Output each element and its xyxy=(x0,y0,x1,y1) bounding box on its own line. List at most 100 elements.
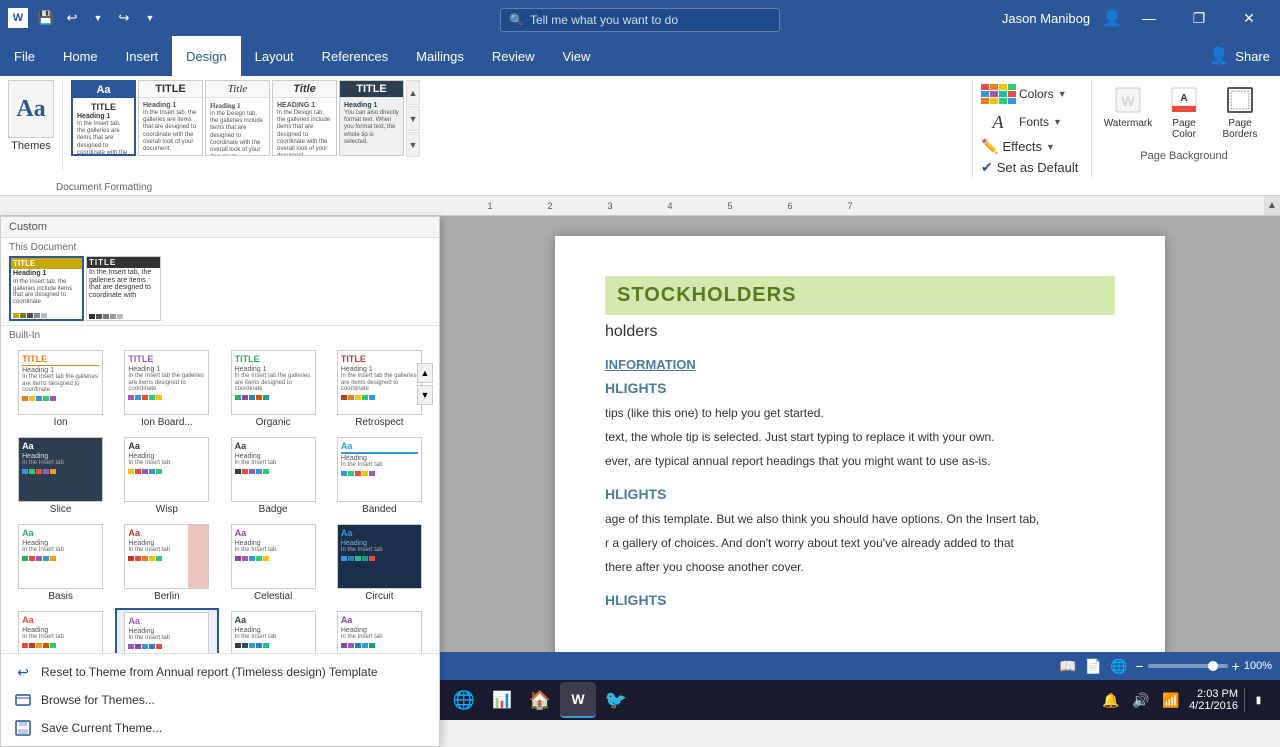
zoom-slider[interactable] xyxy=(1148,664,1228,668)
menu-review[interactable]: Review xyxy=(478,36,549,76)
watermark-button[interactable]: W Watermark xyxy=(1104,80,1152,142)
notification-icon[interactable]: 🔔 xyxy=(1099,688,1123,712)
themes-grid: TITLE Heading 1 In the Insert tab the ga… xyxy=(5,343,435,653)
doc-format-label: Document Formatting xyxy=(56,182,152,193)
colors-button[interactable]: Colors ▼ xyxy=(981,80,1083,108)
theme-ionboard[interactable]: TITLE Heading 1 In the Insert tab the ga… xyxy=(115,347,218,431)
redo-button[interactable]: ↪ xyxy=(112,6,136,30)
format-style-3[interactable]: Title Heading 1 In the Design tab, the g… xyxy=(205,80,270,156)
zoom-control: − + 100% xyxy=(1135,658,1272,674)
format-expand[interactable]: ▼ xyxy=(406,132,420,157)
menu-references[interactable]: References xyxy=(308,36,402,76)
dropdown-footer: ↩ Reset to Theme from Annual report (Tim… xyxy=(1,653,439,746)
format-style-title[interactable]: Aa TITLE Heading 1 In the Insert tab, th… xyxy=(71,80,136,156)
theme-basis-label: Basis xyxy=(48,591,72,602)
view-web-button[interactable]: 🌐 xyxy=(1110,658,1127,675)
fonts-button[interactable]: A Fonts ▼ xyxy=(981,108,1083,136)
undo-button[interactable]: ↩ xyxy=(60,6,84,30)
theme-banded[interactable]: Aa Heading In the Insert tab Banded xyxy=(328,434,431,518)
theme-item-annual[interactable]: TITLE Heading 1 In the Insert tab, the g… xyxy=(9,256,84,321)
theme-slice[interactable]: Aa Heading In the Insert tab Slice xyxy=(9,434,112,518)
doc-format-section-label: Document Formatting xyxy=(4,182,152,193)
theme-dividend[interactable]: Aa Heading In the Insert tab Dividend xyxy=(328,608,431,653)
restore-button[interactable]: ❐ xyxy=(1176,0,1222,36)
format-style-2[interactable]: TITLE Heading 1 In the Insert tab, the g… xyxy=(138,80,203,156)
menu-view[interactable]: View xyxy=(548,36,604,76)
style2-title: TITLE xyxy=(139,81,202,98)
format-scroll-up[interactable]: ▲ xyxy=(406,80,420,105)
theme-item-title[interactable]: TITLE In the Insert tab, the galleries a… xyxy=(86,256,161,321)
save-button[interactable]: 💾 xyxy=(34,6,58,30)
format-scroll-down[interactable]: ▼ xyxy=(406,106,420,131)
grid-scroll-up[interactable]: ▲ xyxy=(417,363,433,383)
style2-heading: Heading 1 xyxy=(143,102,198,109)
menu-home[interactable]: Home xyxy=(49,36,112,76)
bird-button[interactable]: 🐦 xyxy=(598,682,634,718)
ruler-mark-3: 3 xyxy=(580,201,640,211)
share-label[interactable]: Share xyxy=(1235,49,1270,64)
theme-ion[interactable]: TITLE Heading 1 In the Insert tab the ga… xyxy=(9,347,112,431)
browse-icon xyxy=(13,690,33,710)
save-theme-icon xyxy=(13,718,33,738)
share-icon[interactable]: 👤 xyxy=(1209,46,1229,66)
unknown-button1[interactable]: 📊 xyxy=(484,682,520,718)
search-placeholder: Tell me what you want to do xyxy=(530,13,678,27)
undo-dropdown[interactable]: ▼ xyxy=(86,6,110,30)
theme-damask[interactable]: Aa Heading In the Insert tab Damask xyxy=(115,608,218,653)
theme-celestial-label: Celestial xyxy=(254,591,292,602)
fonts-icon: A xyxy=(981,112,1015,132)
effects-button[interactable]: ✏️ Effects ▼ xyxy=(981,136,1083,157)
format-style-4[interactable]: Title HEADING 1 In the Design tab, the g… xyxy=(272,80,337,156)
style-title-text: TITLE xyxy=(77,102,130,112)
doc-section1-text: INFORMATION xyxy=(605,357,696,372)
set-as-default-button[interactable]: ✔ Set as Default xyxy=(981,157,1083,178)
menu-insert[interactable]: Insert xyxy=(112,36,173,76)
page-borders-button[interactable]: Page Borders xyxy=(1216,80,1264,142)
theme-retrospect[interactable]: TITLE Heading 1 In the Insert tab the ga… xyxy=(328,347,431,431)
menu-layout[interactable]: Layout xyxy=(241,36,308,76)
ruler-collapse-button[interactable]: ▲ xyxy=(1264,196,1280,216)
dropdown-header-custom: Custom xyxy=(1,217,439,238)
search-bar[interactable]: 🔍 Tell me what you want to do xyxy=(500,8,780,32)
minimize-button[interactable]: — xyxy=(1126,0,1172,36)
theme-crop[interactable]: Aa Heading In the Insert tab Crop xyxy=(9,608,112,653)
view-print-button[interactable]: 📄 xyxy=(1085,658,1102,675)
main-area: Custom This Document TITLE Heading 1 In … xyxy=(0,216,1280,700)
menu-mailings[interactable]: Mailings xyxy=(402,36,478,76)
zoom-plus-button[interactable]: + xyxy=(1232,658,1240,674)
doc-highlights1: HLIGHTS xyxy=(605,380,1115,396)
chrome-button[interactable]: 🌐 xyxy=(446,682,482,718)
theme-berlin[interactable]: Aa Heading In the Insert tab Berlin xyxy=(115,521,218,605)
zoom-minus-button[interactable]: − xyxy=(1135,658,1143,674)
grid-scroll-down[interactable]: ▼ xyxy=(417,385,433,405)
ribbon: Aa Themes Aa TITLE Heading 1 In the Inse… xyxy=(0,76,1280,196)
theme-badge[interactable]: Aa Heading In the Insert tab Badge xyxy=(222,434,325,518)
save-theme-label: Save Current Theme... xyxy=(41,721,162,735)
theme-celestial[interactable]: Aa Heading In the Insert tab Celestial xyxy=(222,521,325,605)
theme-circuit[interactable]: Aa Heading In the Insert tab Circuit xyxy=(328,521,431,605)
customize-button[interactable]: ▼ xyxy=(138,6,162,30)
themes-button[interactable]: Aa xyxy=(8,80,54,138)
reset-label: Reset to Theme from Annual report (Timel… xyxy=(41,665,378,679)
page-color-button[interactable]: A Page Color xyxy=(1160,80,1208,142)
theme-depth[interactable]: Aa Heading In the Insert tab Depth xyxy=(222,608,325,653)
speaker-icon[interactable]: 🔊 xyxy=(1129,688,1153,712)
checkmark-icon: ✔ xyxy=(981,159,993,176)
format-style-5[interactable]: TITLE Heading 1 You can also directly fo… xyxy=(339,80,404,156)
view-read-button[interactable]: 📖 xyxy=(1059,658,1076,675)
save-theme-button[interactable]: Save Current Theme... xyxy=(9,714,431,742)
close-button[interactable]: ✕ xyxy=(1226,0,1272,36)
theme-organic[interactable]: TITLE Heading 1 In the Insert tab the ga… xyxy=(222,347,325,431)
theme-wisp[interactable]: Aa Heading In the Insert tab Wisp xyxy=(115,434,218,518)
browse-themes-button[interactable]: Browse for Themes... xyxy=(9,686,431,714)
style5-title: TITLE xyxy=(340,81,403,98)
profile-icon[interactable]: 👤 xyxy=(1102,8,1122,28)
reset-theme-button[interactable]: ↩ Reset to Theme from Annual report (Tim… xyxy=(9,658,431,686)
theme-basis[interactable]: Aa Heading In the Insert tab Basis xyxy=(9,521,112,605)
menu-design[interactable]: Design xyxy=(172,36,240,76)
menu-file[interactable]: File xyxy=(0,36,49,76)
home-button[interactable]: 🏠 xyxy=(522,682,558,718)
word-taskbar-button[interactable]: W xyxy=(560,682,596,718)
show-desktop-button[interactable]: ▮ xyxy=(1244,688,1268,712)
network-icon[interactable]: 📶 xyxy=(1159,688,1183,712)
